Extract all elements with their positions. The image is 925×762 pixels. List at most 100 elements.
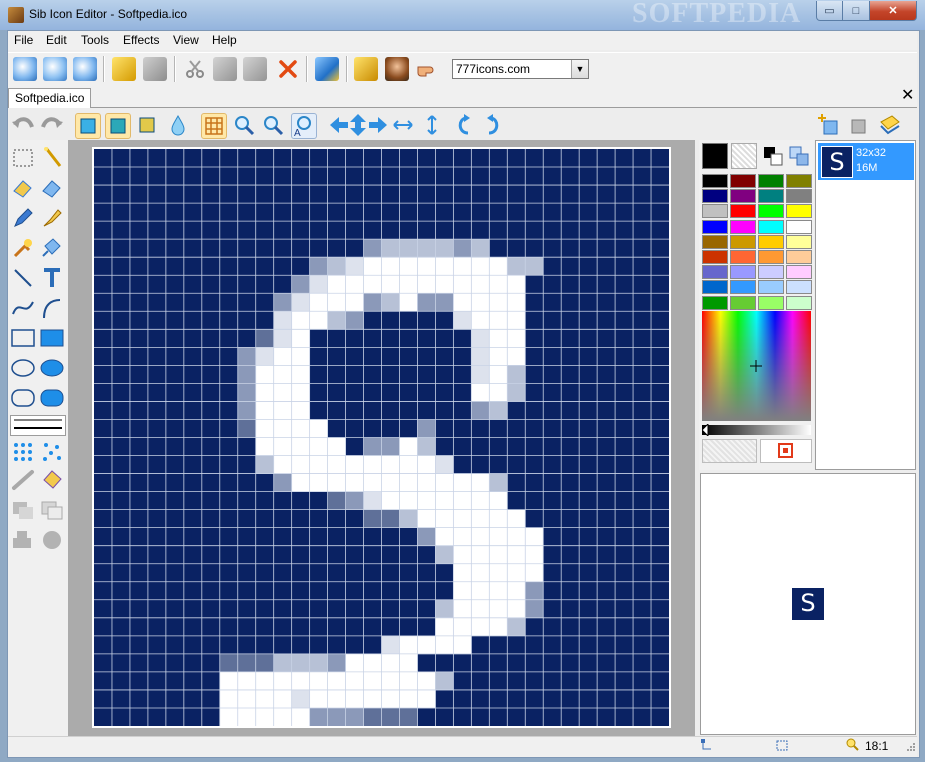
open-file-icon[interactable] [43,57,67,81]
move-right-icon[interactable] [366,113,390,137]
stamp-icon[interactable] [11,528,35,552]
pencil-icon[interactable] [11,206,35,230]
magic-wand-icon[interactable] [40,146,64,170]
color-swatch[interactable] [702,204,728,219]
clone-stamp-icon[interactable] [40,528,64,552]
menu-tools[interactable]: Tools [81,33,109,47]
smudge-icon[interactable] [11,468,35,492]
outline-shadow-icon[interactable] [40,498,64,522]
export-icon[interactable] [143,57,167,81]
rectangle-select-icon[interactable] [11,146,35,170]
color-swatch[interactable] [730,219,756,234]
add-format-icon[interactable] [818,113,842,137]
color-swatch[interactable] [702,295,728,310]
color-swatch[interactable] [758,174,784,188]
color-swatch[interactable] [786,219,812,234]
color-swatch[interactable] [730,234,756,249]
color-swatch[interactable] [730,250,756,264]
spray-sparse-icon[interactable] [40,440,64,464]
close-tab-icon[interactable]: ✕ [901,87,914,105]
color-swatch[interactable] [730,280,756,295]
color-swatch[interactable] [702,280,728,295]
color-swatch[interactable] [758,219,784,234]
flip-horizontal-icon[interactable] [391,113,415,137]
format-item-selected[interactable]: S 32x32 16M [818,143,914,180]
wizard-icon[interactable] [385,57,409,81]
rectangle-outline-icon[interactable] [11,326,35,350]
shadow-icon[interactable] [11,498,35,522]
icon-source-dropdown[interactable]: 777icons.com ▼ [452,59,589,79]
text-tool-icon[interactable] [40,266,64,290]
color-eraser-icon[interactable] [40,176,64,200]
line-width-selector[interactable] [10,415,66,436]
edit-color-icon[interactable] [788,145,810,167]
minimize-button[interactable]: ▭ [816,1,843,21]
color-swatch[interactable] [786,280,812,295]
favorites-icon[interactable] [354,57,378,81]
color-swatch[interactable] [730,204,756,219]
transparency-drop-icon[interactable] [166,113,190,137]
format-properties-icon[interactable] [878,113,902,137]
zoom-in-icon[interactable] [232,113,256,137]
delete-icon[interactable] [276,57,300,81]
color-swatch[interactable] [758,189,784,204]
color-swatch[interactable] [786,174,812,188]
eraser-icon[interactable] [11,176,35,200]
arc-tool-icon[interactable] [40,296,64,320]
color-swatch[interactable] [702,234,728,249]
layer-view-2-icon[interactable] [105,113,131,139]
close-button[interactable]: ✕ [869,1,917,21]
transparent-color-button[interactable] [702,439,757,463]
color-swatch[interactable] [758,234,784,249]
menu-help[interactable]: Help [212,33,237,47]
grayscale-bar[interactable] [702,425,811,435]
flip-vertical-icon[interactable] [420,113,444,137]
import-icon[interactable] [112,57,136,81]
color-swatch[interactable] [758,295,784,310]
color-swatch[interactable] [786,204,812,219]
rectangle-filled-icon[interactable] [40,326,64,350]
color-swatch[interactable] [786,265,812,280]
color-swatch[interactable] [730,265,756,280]
menu-file[interactable]: File [14,33,33,47]
line-tool-icon[interactable] [11,266,35,290]
cut-icon[interactable] [183,57,207,81]
color-swatch[interactable] [786,295,812,310]
zoom-actual-icon[interactable]: A [291,113,317,139]
zoom-out-icon[interactable] [261,113,285,137]
ellipse-outline-icon[interactable] [11,356,35,380]
color-swatch[interactable] [758,250,784,264]
menu-effects[interactable]: Effects [123,33,159,47]
pixel-canvas[interactable] [94,149,669,726]
curve-tool-icon[interactable] [11,296,35,320]
swap-colors-icon[interactable] [762,145,784,167]
color-swatch[interactable] [730,295,756,310]
rounded-rect-filled-icon[interactable] [40,386,64,410]
color-swatch[interactable] [702,250,728,264]
color-swatch[interactable] [786,234,812,249]
color-swatch[interactable] [730,174,756,188]
color-swatch[interactable] [758,280,784,295]
pointing-hand-icon[interactable] [416,57,440,81]
save-file-icon[interactable] [73,57,97,81]
chevron-down-icon[interactable]: ▼ [571,60,588,78]
grid-toggle-icon[interactable] [201,113,227,139]
inverse-color-button[interactable] [760,439,812,463]
resize-grip-icon[interactable] [906,742,916,752]
color-swatch[interactable] [758,204,784,219]
icon-library-icon[interactable] [315,57,339,81]
fill-bucket-icon[interactable] [40,236,64,260]
undo-icon[interactable] [11,113,35,137]
layer-view-3-icon[interactable] [135,113,159,137]
spray-icon[interactable] [11,440,35,464]
background-color-swatch[interactable] [731,143,757,169]
maximize-button[interactable]: □ [842,1,870,21]
color-swatch[interactable] [702,219,728,234]
ellipse-filled-icon[interactable] [40,356,64,380]
color-swatch[interactable] [786,250,812,264]
copy-icon[interactable] [213,57,237,81]
color-picker-icon[interactable] [11,236,35,260]
gradient-icon[interactable] [40,468,64,492]
rotate-right-icon[interactable] [481,113,505,137]
rotate-left-icon[interactable] [452,113,476,137]
